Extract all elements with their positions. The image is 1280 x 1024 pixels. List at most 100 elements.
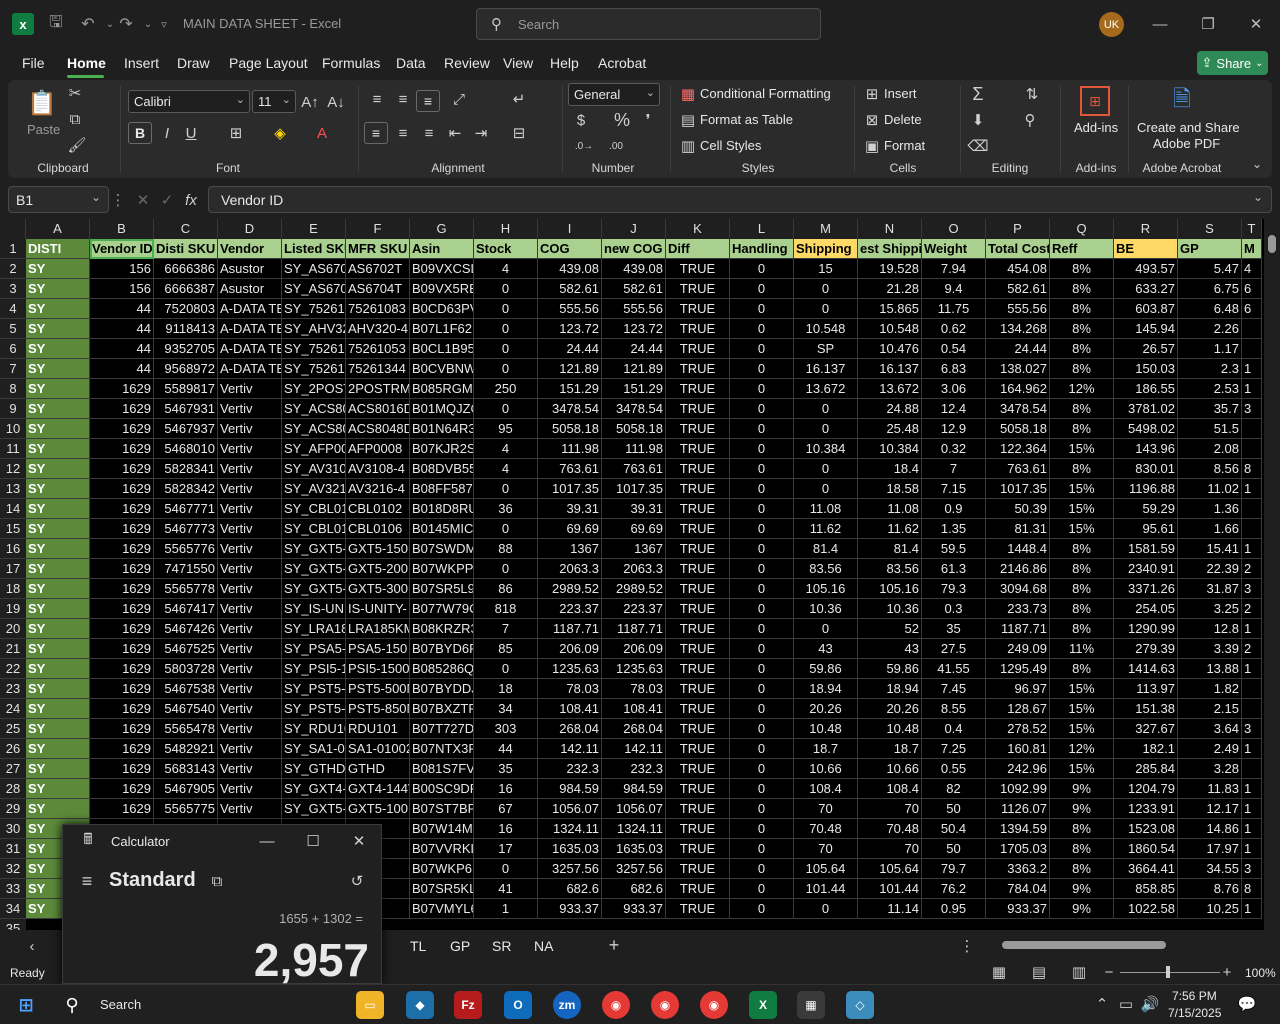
table-cell[interactable]: B085RGM [410, 379, 474, 399]
table-cell[interactable]: 0 [730, 539, 794, 559]
table-cell[interactable]: 2.3 [1178, 359, 1242, 379]
search-box[interactable]: ⚲ Search [476, 8, 821, 40]
row-header[interactable]: 32 [0, 859, 26, 879]
table-cell[interactable]: AHV320-4 [346, 319, 410, 339]
table-cell[interactable]: 8% [1050, 559, 1114, 579]
table-cell[interactable]: 1629 [90, 579, 154, 599]
table-cell[interactable]: 1629 [90, 619, 154, 639]
table-cell[interactable]: SY_GXT5-1 [282, 539, 346, 559]
table-cell[interactable]: 0 [730, 379, 794, 399]
table-cell[interactable]: 81.4 [794, 539, 858, 559]
table-cell[interactable]: SY [26, 659, 90, 679]
table-cell[interactable]: CBL0102 [346, 499, 410, 519]
row-header[interactable]: 9 [0, 399, 26, 419]
table-cell[interactable] [1242, 699, 1262, 719]
table-cell[interactable]: 156 [90, 279, 154, 299]
formula-input[interactable]: Vendor ID ⌄ [208, 186, 1272, 213]
header-cell[interactable]: Asin [410, 239, 474, 259]
table-cell[interactable]: B07BXZTR [410, 699, 474, 719]
table-cell[interactable]: 11.62 [858, 519, 922, 539]
table-cell[interactable]: SY [26, 739, 90, 759]
table-cell[interactable]: TRUE [666, 679, 730, 699]
table-cell[interactable]: SY [26, 499, 90, 519]
table-cell[interactable]: 27.5 [922, 639, 986, 659]
table-cell[interactable]: TRUE [666, 819, 730, 839]
table-cell[interactable]: SY [26, 459, 90, 479]
table-cell[interactable]: 8 [1242, 459, 1262, 479]
table-cell[interactable]: 10.548 [858, 319, 922, 339]
table-cell[interactable]: B01MQJZC [410, 399, 474, 419]
column-header[interactable]: B [90, 219, 154, 239]
increase-font-icon[interactable]: A↑ [300, 92, 320, 112]
table-cell[interactable]: 18.4 [858, 459, 922, 479]
table-cell[interactable]: 858.85 [1114, 879, 1178, 899]
table-cell[interactable]: 16 [474, 819, 538, 839]
table-cell[interactable]: 5467525 [154, 639, 218, 659]
format-painter-icon[interactable]: 🖌 [67, 136, 86, 154]
scrollbar-thumb[interactable] [1002, 941, 1166, 949]
table-cell[interactable]: 1 [1242, 659, 1262, 679]
table-cell[interactable]: 0 [474, 859, 538, 879]
table-cell[interactable]: 830.01 [1114, 459, 1178, 479]
table-cell[interactable]: 10.66 [858, 759, 922, 779]
row-header[interactable]: 25 [0, 719, 26, 739]
table-cell[interactable]: TRUE [666, 879, 730, 899]
calculator-taskbar-icon[interactable]: ▦ [797, 991, 825, 1019]
table-cell[interactable] [1242, 319, 1262, 339]
table-cell[interactable]: 2063.3 [602, 559, 666, 579]
header-cell[interactable]: Vendor ID [90, 239, 154, 259]
table-cell[interactable]: TRUE [666, 519, 730, 539]
table-cell[interactable]: 8% [1050, 419, 1114, 439]
table-cell[interactable]: 603.87 [1114, 299, 1178, 319]
table-cell[interactable]: Vertiv [218, 419, 282, 439]
table-cell[interactable]: B07WKPP [410, 559, 474, 579]
table-cell[interactable]: 41 [474, 879, 538, 899]
table-cell[interactable]: 108.4 [794, 779, 858, 799]
table-cell[interactable]: Vertiv [218, 699, 282, 719]
table-cell[interactable]: 113.97 [1114, 679, 1178, 699]
table-cell[interactable]: 0 [730, 399, 794, 419]
table-cell[interactable]: 1 [474, 899, 538, 919]
table-cell[interactable]: B085286Q [410, 659, 474, 679]
table-cell[interactable]: 0 [730, 679, 794, 699]
table-cell[interactable]: 95.61 [1114, 519, 1178, 539]
table-cell[interactable]: 223.37 [602, 599, 666, 619]
restore-icon[interactable]: ❐ [1196, 12, 1220, 36]
row-header[interactable]: 11 [0, 439, 26, 459]
table-cell[interactable]: 123.72 [538, 319, 602, 339]
table-cell[interactable]: 44 [90, 339, 154, 359]
table-cell[interactable]: 0 [730, 819, 794, 839]
table-cell[interactable]: 2.26 [1178, 319, 1242, 339]
table-cell[interactable]: 18.7 [794, 739, 858, 759]
table-cell[interactable]: 1187.71 [986, 619, 1050, 639]
table-cell[interactable]: Vertiv [218, 739, 282, 759]
align-right-icon[interactable]: ≡ [420, 124, 438, 142]
table-cell[interactable]: 82 [922, 779, 986, 799]
table-cell[interactable]: 41.55 [922, 659, 986, 679]
table-cell[interactable]: 206.09 [602, 639, 666, 659]
table-cell[interactable]: 1705.03 [986, 839, 1050, 859]
chrome-icon[interactable]: ◉ [602, 991, 630, 1019]
row-header[interactable]: 7 [0, 359, 26, 379]
table-cell[interactable]: 2 [1242, 559, 1262, 579]
table-cell[interactable]: 70 [794, 799, 858, 819]
table-cell[interactable]: 14.86 [1178, 819, 1242, 839]
table-cell[interactable]: SY_RDU10 [282, 719, 346, 739]
decrease-font-icon[interactable]: A↓ [326, 92, 346, 112]
table-cell[interactable]: TRUE [666, 439, 730, 459]
confirm-entry-icon[interactable]: ✓ [156, 191, 178, 209]
table-cell[interactable]: 18.7 [858, 739, 922, 759]
table-cell[interactable]: TRUE [666, 699, 730, 719]
table-cell[interactable]: 8.56 [1178, 459, 1242, 479]
table-cell[interactable]: 50 [922, 839, 986, 859]
table-cell[interactable]: TRUE [666, 639, 730, 659]
row-header[interactable]: 34 [0, 899, 26, 919]
table-cell[interactable]: 8% [1050, 859, 1114, 879]
calc-minimize-icon[interactable]: — [259, 833, 275, 850]
paste-icon[interactable]: 📋 [27, 86, 57, 120]
table-cell[interactable]: 7.15 [922, 479, 986, 499]
table-cell[interactable]: 1 [1242, 379, 1262, 399]
table-cell[interactable]: 933.37 [986, 899, 1050, 919]
table-cell[interactable]: 3 [1242, 399, 1262, 419]
table-cell[interactable]: 1629 [90, 459, 154, 479]
